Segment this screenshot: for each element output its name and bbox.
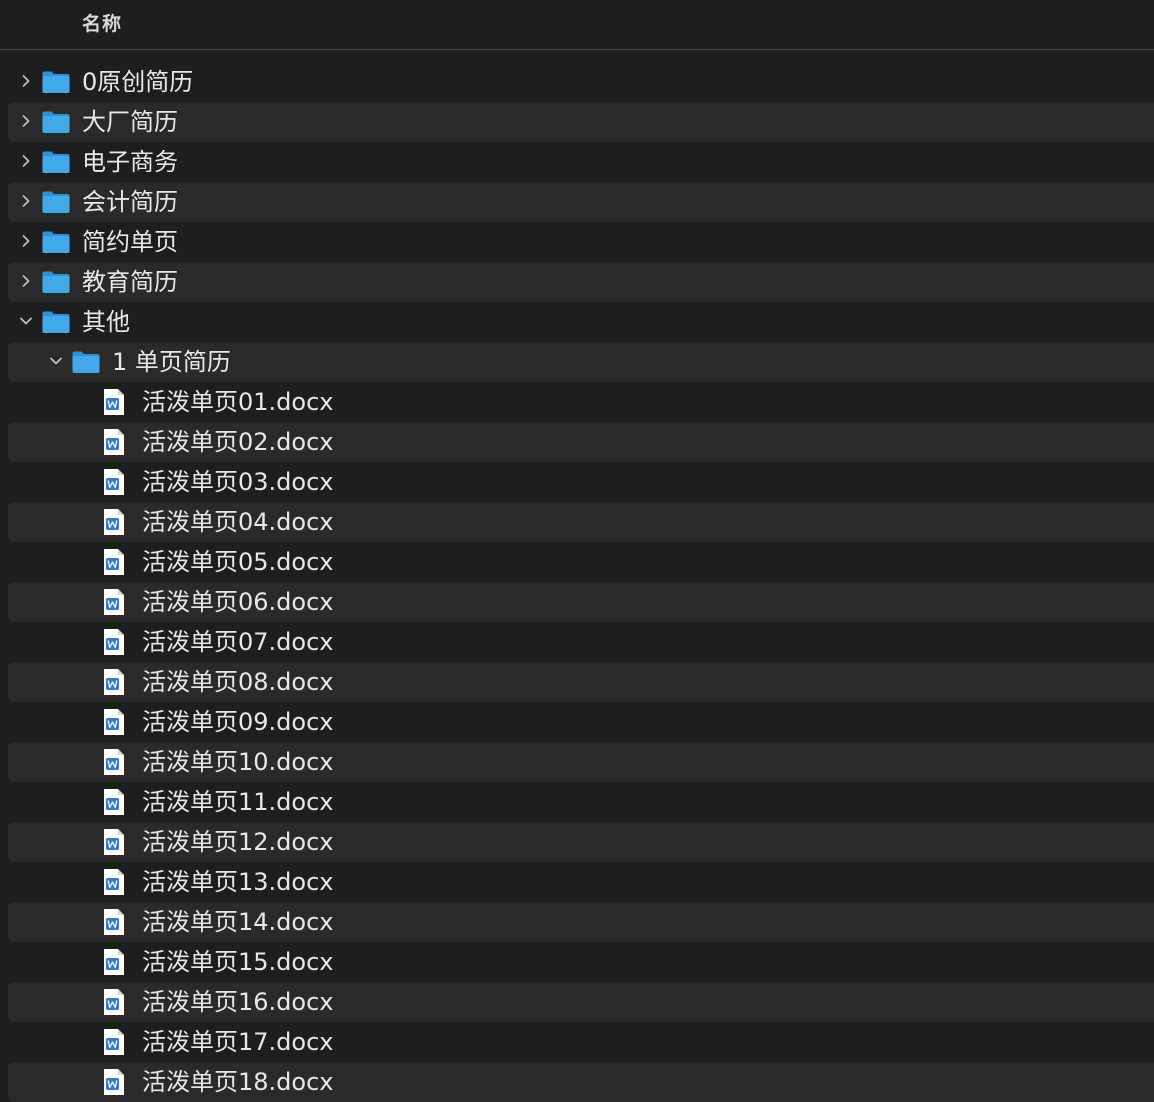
- file-row[interactable]: 活泼单页10.docx: [0, 742, 1154, 782]
- word-document-icon: [102, 508, 126, 536]
- folder-name: 大厂简历: [82, 108, 178, 136]
- folder-icon: [41, 310, 71, 334]
- folder-name: 教育简历: [82, 268, 178, 296]
- chevron-right-icon[interactable]: [19, 274, 33, 288]
- name-column-header[interactable]: 名称: [82, 9, 122, 36]
- file-name: 活泼单页15.docx: [142, 948, 334, 976]
- column-header: 名称: [0, 0, 1154, 50]
- word-document-icon: [102, 708, 126, 736]
- file-name: 活泼单页04.docx: [142, 508, 334, 536]
- word-document-icon: [102, 748, 126, 776]
- folder-name: 1 单页简历: [112, 348, 231, 376]
- word-document-icon: [102, 428, 126, 456]
- folder-icon: [41, 270, 71, 294]
- file-row[interactable]: 活泼单页02.docx: [0, 422, 1154, 462]
- word-document-icon: [102, 668, 126, 696]
- word-document-icon: [102, 988, 126, 1016]
- file-row[interactable]: 活泼单页08.docx: [0, 662, 1154, 702]
- file-name: 活泼单页07.docx: [142, 628, 334, 656]
- word-document-icon: [102, 468, 126, 496]
- file-name: 活泼单页10.docx: [142, 748, 334, 776]
- file-row[interactable]: 活泼单页05.docx: [0, 542, 1154, 582]
- file-name: 活泼单页16.docx: [142, 988, 334, 1016]
- file-row[interactable]: 活泼单页14.docx: [0, 902, 1154, 942]
- folder-name: 简约单页: [82, 228, 178, 256]
- word-document-icon: [102, 388, 126, 416]
- chevron-right-icon[interactable]: [19, 74, 33, 88]
- folder-icon: [41, 150, 71, 174]
- folder-row[interactable]: 0原创简历: [0, 62, 1154, 102]
- word-document-icon: [102, 948, 126, 976]
- word-document-icon: [102, 588, 126, 616]
- file-name: 活泼单页09.docx: [142, 708, 334, 736]
- file-row[interactable]: 活泼单页15.docx: [0, 942, 1154, 982]
- file-name: 活泼单页06.docx: [142, 588, 334, 616]
- folder-icon: [41, 190, 71, 214]
- folder-icon: [71, 350, 101, 374]
- folder-row[interactable]: 教育简历: [0, 262, 1154, 302]
- chevron-right-icon[interactable]: [19, 234, 33, 248]
- file-name: 活泼单页02.docx: [142, 428, 334, 456]
- folder-icon: [41, 110, 71, 134]
- file-name: 活泼单页01.docx: [142, 388, 334, 416]
- word-document-icon: [102, 1068, 126, 1096]
- file-row[interactable]: 活泼单页11.docx: [0, 782, 1154, 822]
- file-name: 活泼单页14.docx: [142, 908, 334, 936]
- file-name: 活泼单页18.docx: [142, 1068, 334, 1096]
- word-document-icon: [102, 628, 126, 656]
- file-name: 活泼单页08.docx: [142, 668, 334, 696]
- file-row[interactable]: 活泼单页16.docx: [0, 982, 1154, 1022]
- file-name: 活泼单页13.docx: [142, 868, 334, 896]
- file-list: 0原创简历大厂简历电子商务会计简历简约单页教育简历其他 1 单页简历活泼单页01.…: [0, 62, 1154, 1102]
- word-document-icon: [102, 788, 126, 816]
- folder-row[interactable]: 简约单页: [0, 222, 1154, 262]
- chevron-down-icon[interactable]: [19, 314, 33, 328]
- chevron-right-icon[interactable]: [19, 154, 33, 168]
- file-row[interactable]: 活泼单页06.docx: [0, 582, 1154, 622]
- file-name: 活泼单页05.docx: [142, 548, 334, 576]
- folder-row[interactable]: 电子商务: [0, 142, 1154, 182]
- folder-name: 会计简历: [82, 188, 178, 216]
- folder-row[interactable]: 其他: [0, 302, 1154, 342]
- file-name: 活泼单页12.docx: [142, 828, 334, 856]
- file-row[interactable]: 活泼单页18.docx: [0, 1062, 1154, 1102]
- file-name: 活泼单页03.docx: [142, 468, 334, 496]
- folder-name: 其他: [82, 308, 130, 336]
- file-row[interactable]: 活泼单页13.docx: [0, 862, 1154, 902]
- chevron-right-icon[interactable]: [19, 194, 33, 208]
- file-row[interactable]: 活泼单页01.docx: [0, 382, 1154, 422]
- file-name: 活泼单页11.docx: [142, 788, 334, 816]
- folder-name: 电子商务: [82, 148, 178, 176]
- folder-row[interactable]: 1 单页简历: [0, 342, 1154, 382]
- folder-icon: [41, 230, 71, 254]
- word-document-icon: [102, 828, 126, 856]
- file-row[interactable]: 活泼单页03.docx: [0, 462, 1154, 502]
- file-row[interactable]: 活泼单页04.docx: [0, 502, 1154, 542]
- folder-row[interactable]: 大厂简历: [0, 102, 1154, 142]
- word-document-icon: [102, 548, 126, 576]
- chevron-right-icon[interactable]: [19, 114, 33, 128]
- folder-icon: [41, 70, 71, 94]
- chevron-down-icon[interactable]: [49, 354, 63, 368]
- word-document-icon: [102, 868, 126, 896]
- word-document-icon: [102, 1028, 126, 1056]
- folder-name: 0原创简历: [82, 68, 194, 96]
- file-row[interactable]: 活泼单页17.docx: [0, 1022, 1154, 1062]
- folder-row[interactable]: 会计简历: [0, 182, 1154, 222]
- file-name: 活泼单页17.docx: [142, 1028, 334, 1056]
- file-row[interactable]: 活泼单页07.docx: [0, 622, 1154, 662]
- word-document-icon: [102, 908, 126, 936]
- file-row[interactable]: 活泼单页12.docx: [0, 822, 1154, 862]
- file-row[interactable]: 活泼单页09.docx: [0, 702, 1154, 742]
